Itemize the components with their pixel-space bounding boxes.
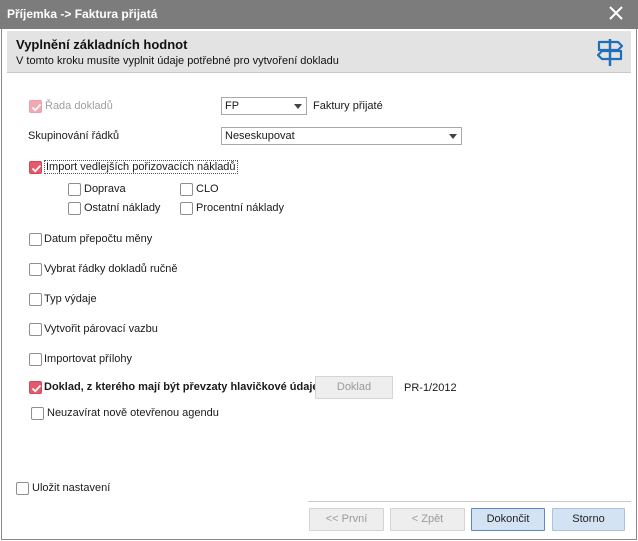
- chevron-down-icon: [294, 104, 302, 109]
- doklad-hlavicka-checkbox[interactable]: [29, 381, 42, 394]
- clo-checkbox[interactable]: [180, 183, 193, 196]
- skupinovani-label: Skupinování řádků: [28, 130, 120, 142]
- datum-prepoctu-label: Datum přepočtu měny: [44, 233, 153, 245]
- parovaci-vazba-label: Vytvořit párovací vazbu: [44, 323, 158, 335]
- rada-value: FP: [225, 100, 240, 112]
- doklad-value: PR-1/2012: [404, 382, 457, 394]
- rada-description: Faktury přijaté: [313, 100, 383, 112]
- rada-select[interactable]: FP: [221, 97, 307, 115]
- vybrat-radky-checkbox[interactable]: [29, 263, 42, 276]
- vybrat-radky-label: Vybrat řádky dokladů ručně: [44, 263, 178, 275]
- procentni-naklady-label: Procentní náklady: [196, 202, 285, 214]
- ostatni-naklady-label: Ostatní náklady: [84, 202, 161, 214]
- doprava-label: Doprava: [84, 183, 126, 195]
- footer-divider: [308, 501, 631, 502]
- title-bar: Příjemka -> Faktura přijatá: [0, 0, 638, 29]
- doprava-checkbox[interactable]: [68, 183, 81, 196]
- dokoncit-button[interactable]: Dokončit: [471, 508, 545, 531]
- neuzavirat-checkbox[interactable]: [31, 407, 44, 420]
- chevron-down-icon: [449, 134, 457, 139]
- rada-label: Řada dokladů: [45, 100, 113, 112]
- skupinovani-select[interactable]: Neseskupovat: [221, 127, 462, 145]
- doklad-button[interactable]: Doklad: [315, 376, 393, 399]
- step-subtitle: V tomto kroku musíte vyplnit údaje potře…: [16, 55, 339, 67]
- rada-checkbox[interactable]: [29, 100, 42, 113]
- zpet-button[interactable]: < Zpět: [390, 508, 465, 531]
- clo-label: CLO: [196, 183, 219, 195]
- storno-button[interactable]: Storno: [552, 508, 625, 531]
- typ-vydaje-label: Typ výdaje: [44, 293, 97, 305]
- ulozit-nastaveni-checkbox[interactable]: [16, 482, 29, 495]
- import-naklady-checkbox[interactable]: [29, 161, 42, 174]
- import-naklady-label: Import vedlejších pořizovacích nákladů: [44, 160, 238, 174]
- datum-prepoctu-checkbox[interactable]: [29, 233, 42, 246]
- step-title: Vyplnění základních hodnot: [16, 37, 188, 52]
- wizard-header: Vyplnění základních hodnot V tomto kroku…: [7, 31, 631, 73]
- parovaci-vazba-checkbox[interactable]: [29, 323, 42, 336]
- close-icon[interactable]: [608, 5, 624, 21]
- neuzavirat-label: Neuzavírat nově otevřenou agendu: [47, 407, 219, 419]
- procentni-naklady-checkbox[interactable]: [180, 202, 193, 215]
- skupinovani-value: Neseskupovat: [225, 130, 295, 142]
- signpost-icon: [596, 39, 624, 66]
- ostatni-naklady-checkbox[interactable]: [68, 202, 81, 215]
- prvni-button[interactable]: << První: [309, 508, 384, 531]
- ulozit-nastaveni-label: Uložit nastavení: [32, 482, 111, 494]
- doklad-hlavicka-label: Doklad, z kterého mají být převzaty hlav…: [44, 381, 319, 393]
- importovat-prilohy-label: Importovat přílohy: [44, 353, 133, 365]
- importovat-prilohy-checkbox[interactable]: [29, 353, 42, 366]
- typ-vydaje-checkbox[interactable]: [29, 293, 42, 306]
- window-title: Příjemka -> Faktura přijatá: [7, 7, 158, 21]
